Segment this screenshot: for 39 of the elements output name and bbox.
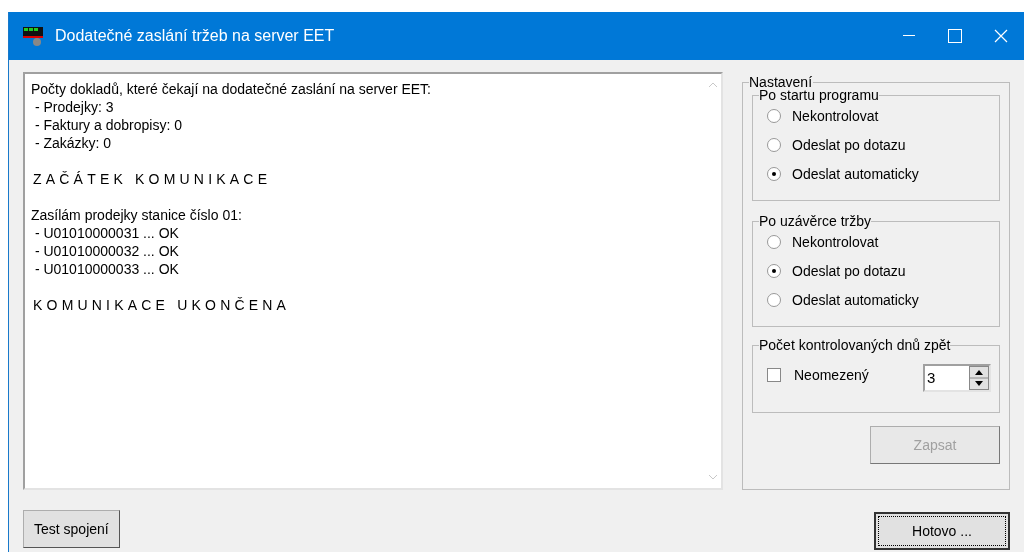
radio-button[interactable] [767, 109, 781, 123]
scroll-down-icon[interactable] [707, 474, 718, 480]
log-line: - Faktury a dobropisy: 0 [33, 116, 182, 134]
log-line: - Zakázky: 0 [33, 134, 112, 152]
log-line: - Prodejky: 3 [33, 98, 114, 116]
radio-button[interactable] [767, 264, 781, 278]
window-title: Dodatečné zaslání tržeb na server EET [55, 26, 335, 46]
radio-option[interactable]: Odeslat automaticky [767, 164, 919, 184]
log-heading: ZAČÁTEK KOMUNIKACE [32, 170, 272, 188]
radio-button[interactable] [767, 235, 781, 249]
radio-button[interactable] [767, 293, 781, 307]
group-title: Po startu programu [759, 87, 879, 103]
radio-button[interactable] [767, 167, 781, 181]
log-line: Počty dokladů, které čekají na dodatečné zaslání na server EET: [31, 80, 431, 98]
group-title: Po uzávěrce tržby [759, 213, 872, 229]
radio-option[interactable]: Odeslat po dotazu [767, 261, 906, 281]
group-title: Počet kontrolovaných dnů zpět [759, 337, 951, 353]
radio-option[interactable]: Nekontrolovat [767, 232, 879, 252]
checkbox[interactable] [767, 368, 781, 382]
radio-option[interactable]: Nekontrolovat [767, 106, 879, 126]
maximize-icon [948, 29, 962, 43]
unlimited-checkbox[interactable]: Neomezený [767, 364, 869, 386]
days-spinbox[interactable]: 3 [923, 364, 991, 392]
close-icon [994, 29, 1008, 43]
test-connection-button[interactable]: Test spojení [23, 510, 120, 548]
app-icon [23, 25, 45, 47]
log-line: - U01010000033 ... OK [33, 260, 179, 278]
log-line: Zasílám prodejky stanice číslo 01: [31, 206, 242, 224]
spin-arrows-icon[interactable] [969, 366, 989, 390]
log-text-area[interactable] [23, 72, 723, 490]
radio-option[interactable]: Odeslat automaticky [767, 290, 919, 310]
log-line: - U01010000031 ... OK [33, 224, 179, 242]
radio-button[interactable] [767, 138, 781, 152]
scroll-up-icon[interactable] [707, 82, 718, 88]
log-heading: KOMUNIKACE UKONČENA [32, 296, 291, 314]
log-line: - U01010000032 ... OK [33, 242, 179, 260]
radio-option[interactable]: Odeslat po dotazu [767, 135, 906, 155]
done-button[interactable]: Hotovo ... [874, 512, 1010, 550]
minimize-icon [903, 35, 915, 37]
